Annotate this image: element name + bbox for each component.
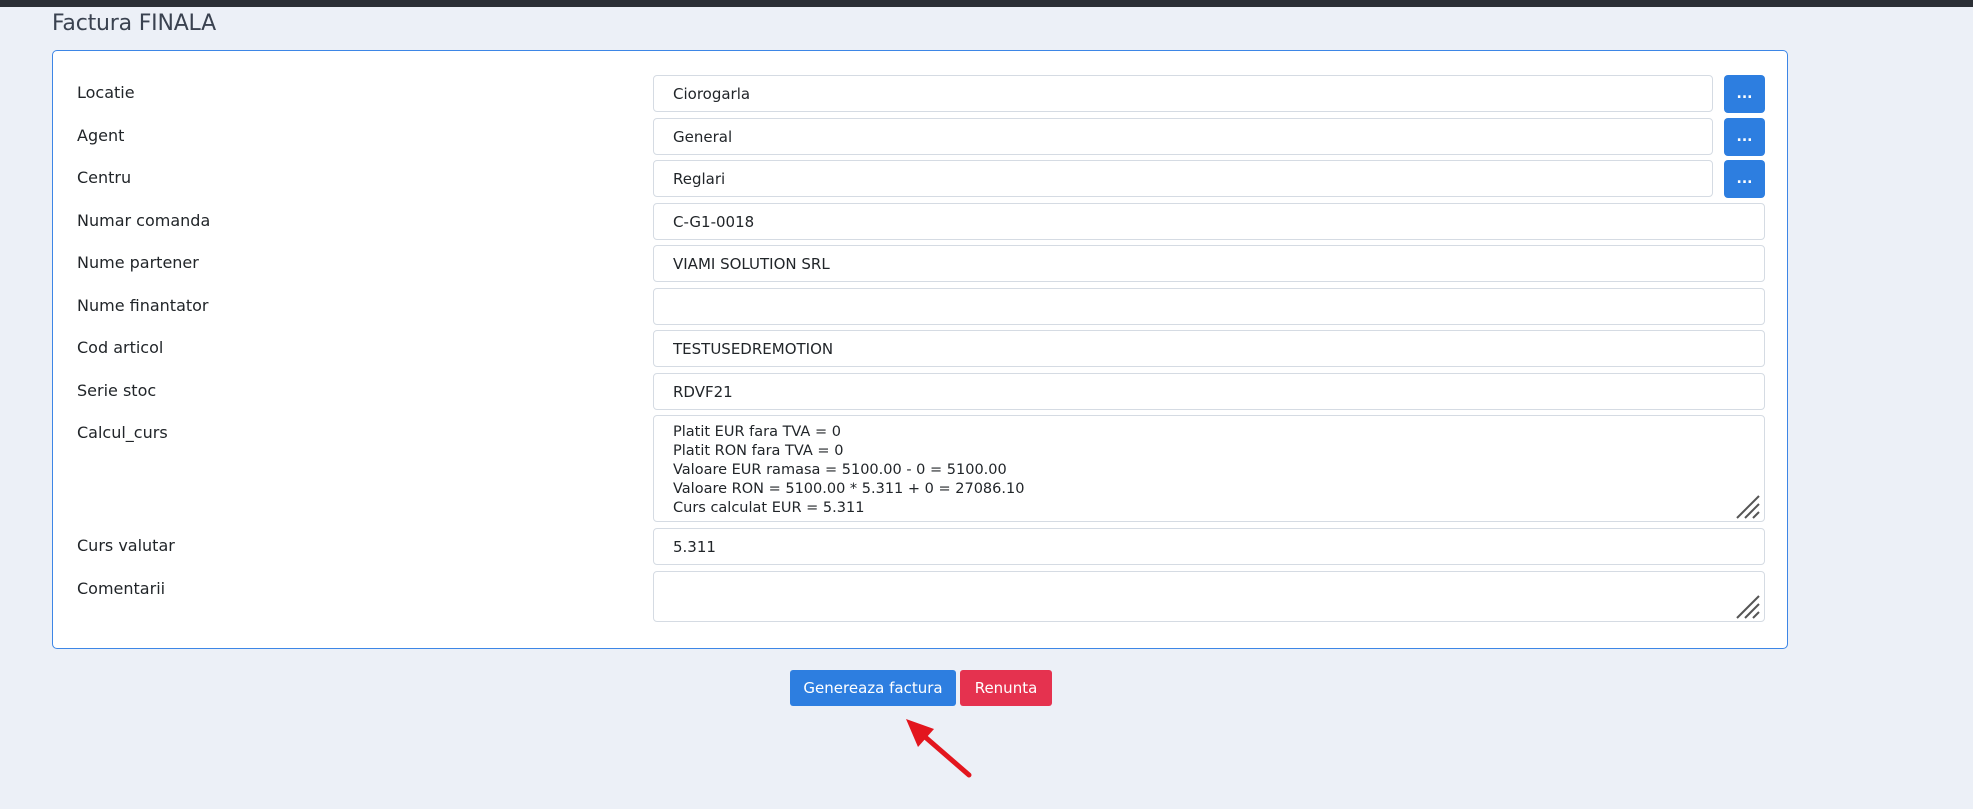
- centru-input[interactable]: [653, 160, 1713, 197]
- nume-partener-label: Nume partener: [77, 253, 199, 272]
- numar-comanda-label: Numar comanda: [77, 211, 211, 230]
- red-arrow-icon: [906, 719, 972, 778]
- comentarii-textarea[interactable]: [653, 571, 1765, 622]
- centru-label: Centru: [77, 168, 132, 187]
- resize-grip-icon[interactable]: [1734, 493, 1760, 519]
- centru-picker-button[interactable]: ...: [1724, 160, 1765, 198]
- locatie-picker-button[interactable]: ...: [1724, 75, 1765, 113]
- resize-grip-icon[interactable]: [1734, 593, 1760, 619]
- curs-valutar-label: Curs valutar: [77, 536, 175, 555]
- invoice-form: Locatie ... Agent ... Centru ... Numar c…: [52, 50, 1788, 649]
- serie-stoc-label: Serie stoc: [77, 381, 157, 400]
- curs-valutar-input[interactable]: [653, 528, 1765, 565]
- agent-label: Agent: [77, 126, 125, 145]
- top-bar: [0, 0, 1973, 7]
- nume-finantator-label: Nume finantator: [77, 296, 209, 315]
- locatie-label: Locatie: [77, 83, 135, 102]
- serie-stoc-input[interactable]: [653, 373, 1765, 410]
- page-title: Factura FINALA: [52, 11, 216, 36]
- cod-articol-label: Cod articol: [77, 338, 164, 357]
- cod-articol-input[interactable]: [653, 330, 1765, 367]
- comentarii-label: Comentarii: [77, 579, 166, 598]
- generate-invoice-button[interactable]: Genereaza factura: [790, 670, 956, 706]
- nume-finantator-input[interactable]: [653, 288, 1765, 325]
- locatie-input[interactable]: [653, 75, 1713, 112]
- numar-comanda-input[interactable]: [653, 203, 1765, 240]
- calcul-curs-textarea[interactable]: Platit EUR fara TVA = 0 Platit RON fara …: [653, 415, 1765, 522]
- agent-input[interactable]: [653, 118, 1713, 155]
- calcul-curs-label: Calcul_curs: [77, 423, 168, 442]
- nume-partener-input[interactable]: [653, 245, 1765, 282]
- cancel-button[interactable]: Renunta: [960, 670, 1052, 706]
- agent-picker-button[interactable]: ...: [1724, 118, 1765, 156]
